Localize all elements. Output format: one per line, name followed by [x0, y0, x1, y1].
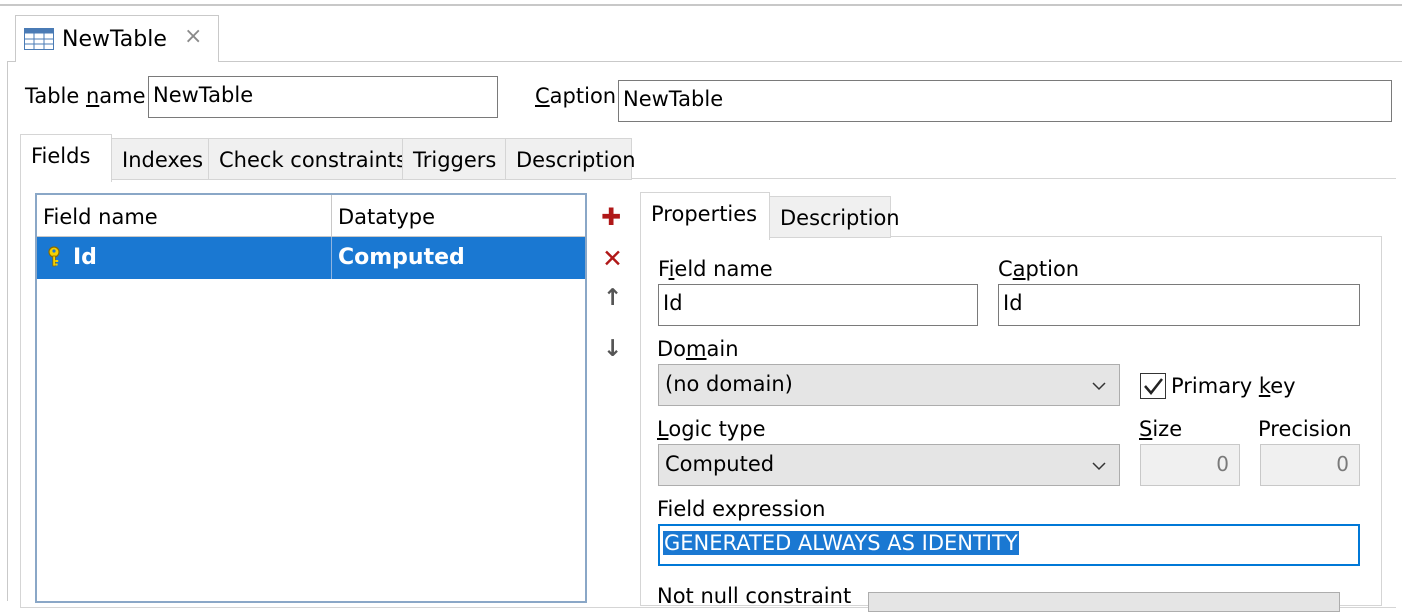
- primary-key-checkbox[interactable]: [1140, 373, 1166, 399]
- table-row[interactable]: Id Computed: [37, 237, 585, 279]
- tab-props-description[interactable]: Description: [769, 196, 900, 238]
- table-name-input[interactable]: NewTable: [148, 76, 498, 118]
- column-header-datatype[interactable]: Datatype: [332, 195, 585, 237]
- top-divider: [0, 4, 1402, 6]
- domain-select-value: (no domain): [665, 372, 793, 396]
- table-name-label: Table name: [25, 84, 146, 108]
- grid-header: Field name Datatype: [37, 195, 585, 237]
- field-expression-input[interactable]: GENERATED ALWAYS AS IDENTITY: [658, 524, 1360, 566]
- tab-description[interactable]: Description: [505, 138, 636, 180]
- field-expression-value: GENERATED ALWAYS AS IDENTITY: [663, 531, 1019, 555]
- not-null-constraint-label: Not null constraint: [657, 584, 852, 608]
- table-icon: [24, 28, 54, 54]
- table-caption-label: Caption: [535, 84, 617, 108]
- primary-key-label: Primary key: [1171, 374, 1296, 398]
- close-icon[interactable]: ×: [184, 24, 202, 49]
- domain-label: Domain: [657, 337, 739, 361]
- logic-type-select[interactable]: Computed: [658, 444, 1120, 486]
- add-field-button[interactable]: ✚: [601, 203, 621, 231]
- tab-check-constraints[interactable]: Check constraints: [208, 138, 407, 180]
- cell-field-name: Id: [73, 245, 97, 270]
- domain-select[interactable]: (no domain): [658, 364, 1120, 406]
- fields-grid[interactable]: Field name Datatype Id Computed: [35, 193, 587, 603]
- size-label: Size: [1139, 417, 1183, 441]
- cell-datatype: Computed: [338, 245, 465, 270]
- move-down-button[interactable]: ↓: [603, 336, 622, 362]
- field-name-label: Field name: [658, 257, 773, 281]
- field-expression-label: Field expression: [657, 497, 826, 521]
- tab-indexes[interactable]: Indexes: [111, 138, 209, 180]
- tab-triggers[interactable]: Triggers: [402, 138, 506, 180]
- precision-label: Precision: [1258, 417, 1352, 441]
- size-input[interactable]: 0: [1140, 444, 1240, 486]
- tab-properties[interactable]: Properties: [640, 192, 770, 240]
- logic-type-label: Logic type: [657, 417, 766, 441]
- chevron-down-icon: [1091, 455, 1107, 479]
- not-null-constraint-select[interactable]: [868, 592, 1340, 612]
- check-icon: [1144, 378, 1163, 395]
- document-tab[interactable]: NewTable ×: [15, 15, 219, 62]
- table-caption-input[interactable]: NewTable: [618, 80, 1392, 122]
- primary-key-icon: [47, 246, 61, 272]
- document-tab-title: NewTable: [62, 27, 167, 52]
- field-caption-input[interactable]: Id: [998, 284, 1360, 326]
- field-name-input[interactable]: Id: [658, 284, 978, 326]
- column-header-field-name[interactable]: Field name: [37, 195, 332, 237]
- field-caption-label: Caption: [998, 257, 1080, 281]
- precision-input[interactable]: 0: [1260, 444, 1360, 486]
- tab-fields[interactable]: Fields: [20, 134, 112, 182]
- move-up-button[interactable]: ↑: [603, 285, 622, 311]
- chevron-down-icon: [1091, 375, 1107, 399]
- delete-field-button[interactable]: ✕: [602, 244, 623, 273]
- logic-type-select-value: Computed: [665, 452, 775, 476]
